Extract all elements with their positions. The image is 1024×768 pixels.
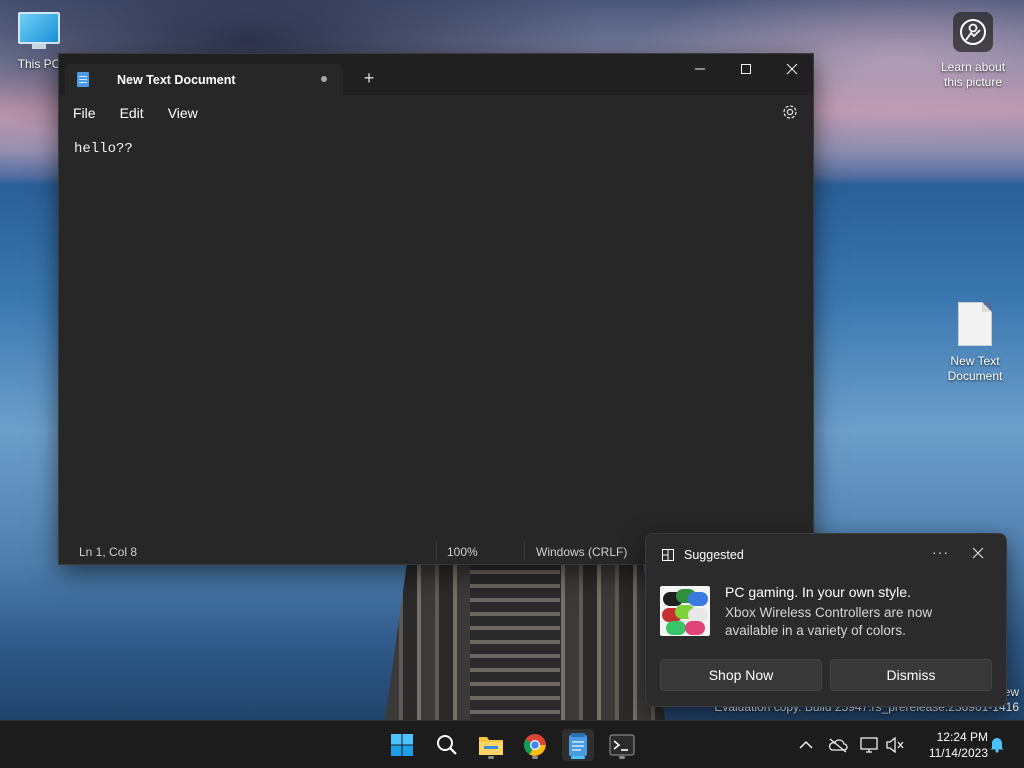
cloud-offline-icon: [828, 738, 848, 753]
status-cursor-position: Ln 1, Col 8: [79, 545, 138, 559]
taskbar-clock[interactable]: 12:24 PM 11/14/2023: [912, 729, 988, 761]
notification-bell-icon[interactable]: [988, 735, 1006, 753]
shop-now-button[interactable]: Shop Now: [660, 659, 822, 691]
clock-time: 12:24 PM: [936, 730, 988, 744]
text-editor-area[interactable]: hello??: [59, 131, 813, 536]
terminal-button[interactable]: [606, 729, 638, 761]
notepad-icon: [569, 733, 587, 756]
title-bar[interactable]: New Text Document +: [59, 54, 813, 95]
clock-date: 11/14/2023: [928, 746, 988, 760]
unsaved-dot-icon[interactable]: [321, 76, 327, 82]
chrome-button[interactable]: [519, 729, 551, 761]
settings-gear-icon[interactable]: [781, 103, 799, 121]
notification-toast[interactable]: Suggested ··· PC gaming. In your own sty…: [645, 533, 1007, 707]
wallpaper-pier-steps: [470, 560, 560, 720]
notification-close-icon[interactable]: [972, 546, 986, 560]
menu-edit[interactable]: Edit: [114, 99, 150, 127]
close-button[interactable]: [769, 54, 815, 84]
maximize-button[interactable]: [723, 54, 769, 84]
notepad-window: New Text Document + File Edit View hello…: [58, 53, 814, 565]
folder-icon: [479, 737, 503, 755]
minimize-button[interactable]: [677, 54, 723, 84]
dismiss-button[interactable]: Dismiss: [830, 659, 992, 691]
desktop-icon-label: Learn about this picture: [940, 60, 1006, 89]
network-tray-button[interactable]: [859, 735, 879, 755]
volume-tray-button[interactable]: [885, 735, 905, 755]
status-line-ending[interactable]: Windows (CRLF): [536, 545, 627, 559]
status-zoom[interactable]: 100%: [447, 545, 478, 559]
notepad-icon: [77, 72, 89, 87]
network-icon: [860, 737, 878, 753]
tab-title: New Text Document: [117, 72, 236, 87]
more-options-button[interactable]: ···: [932, 544, 949, 560]
minimize-icon: [695, 68, 705, 70]
desktop-icon-label: New Text Document: [947, 354, 1003, 383]
windows-start-icon: [391, 734, 413, 756]
menu-file[interactable]: File: [67, 99, 102, 127]
notification-body: Xbox Wireless Controllers are now availa…: [725, 605, 933, 638]
close-icon: [786, 63, 798, 75]
desktop-icon-learn-about-picture[interactable]: Learn about this picture: [938, 12, 1008, 90]
desktop-icon-new-text-document[interactable]: New Text Document: [940, 302, 1010, 384]
xbox-controllers-image: [660, 586, 710, 636]
start-button[interactable]: [386, 729, 418, 761]
terminal-icon: [609, 734, 635, 756]
volume-muted-icon: [886, 737, 904, 753]
chrome-icon: [524, 734, 546, 756]
notepad-taskbar-button[interactable]: [562, 729, 594, 761]
notification-title: PC gaming. In your own style.: [725, 584, 911, 600]
chevron-up-icon: [799, 740, 813, 749]
new-tab-button[interactable]: +: [359, 68, 379, 88]
show-hidden-icons-button[interactable]: [796, 735, 816, 755]
computer-icon: [18, 12, 60, 44]
tab-new-text-document[interactable]: New Text Document: [65, 64, 343, 95]
camera-info-icon: [953, 12, 993, 52]
search-button[interactable]: [431, 729, 463, 761]
text-file-icon: [958, 302, 992, 346]
menu-bar: File Edit View: [59, 95, 813, 131]
search-icon: [437, 735, 457, 755]
onedrive-tray-button[interactable]: [828, 735, 848, 755]
notification-header: Suggested: [662, 548, 744, 562]
tips-app-icon: [662, 549, 674, 561]
taskbar: 12:24 PM 11/14/2023: [0, 720, 1024, 768]
notification-app-name: Suggested: [684, 548, 744, 562]
file-explorer-button[interactable]: [475, 729, 507, 761]
menu-view[interactable]: View: [162, 99, 204, 127]
maximize-icon: [741, 64, 751, 74]
